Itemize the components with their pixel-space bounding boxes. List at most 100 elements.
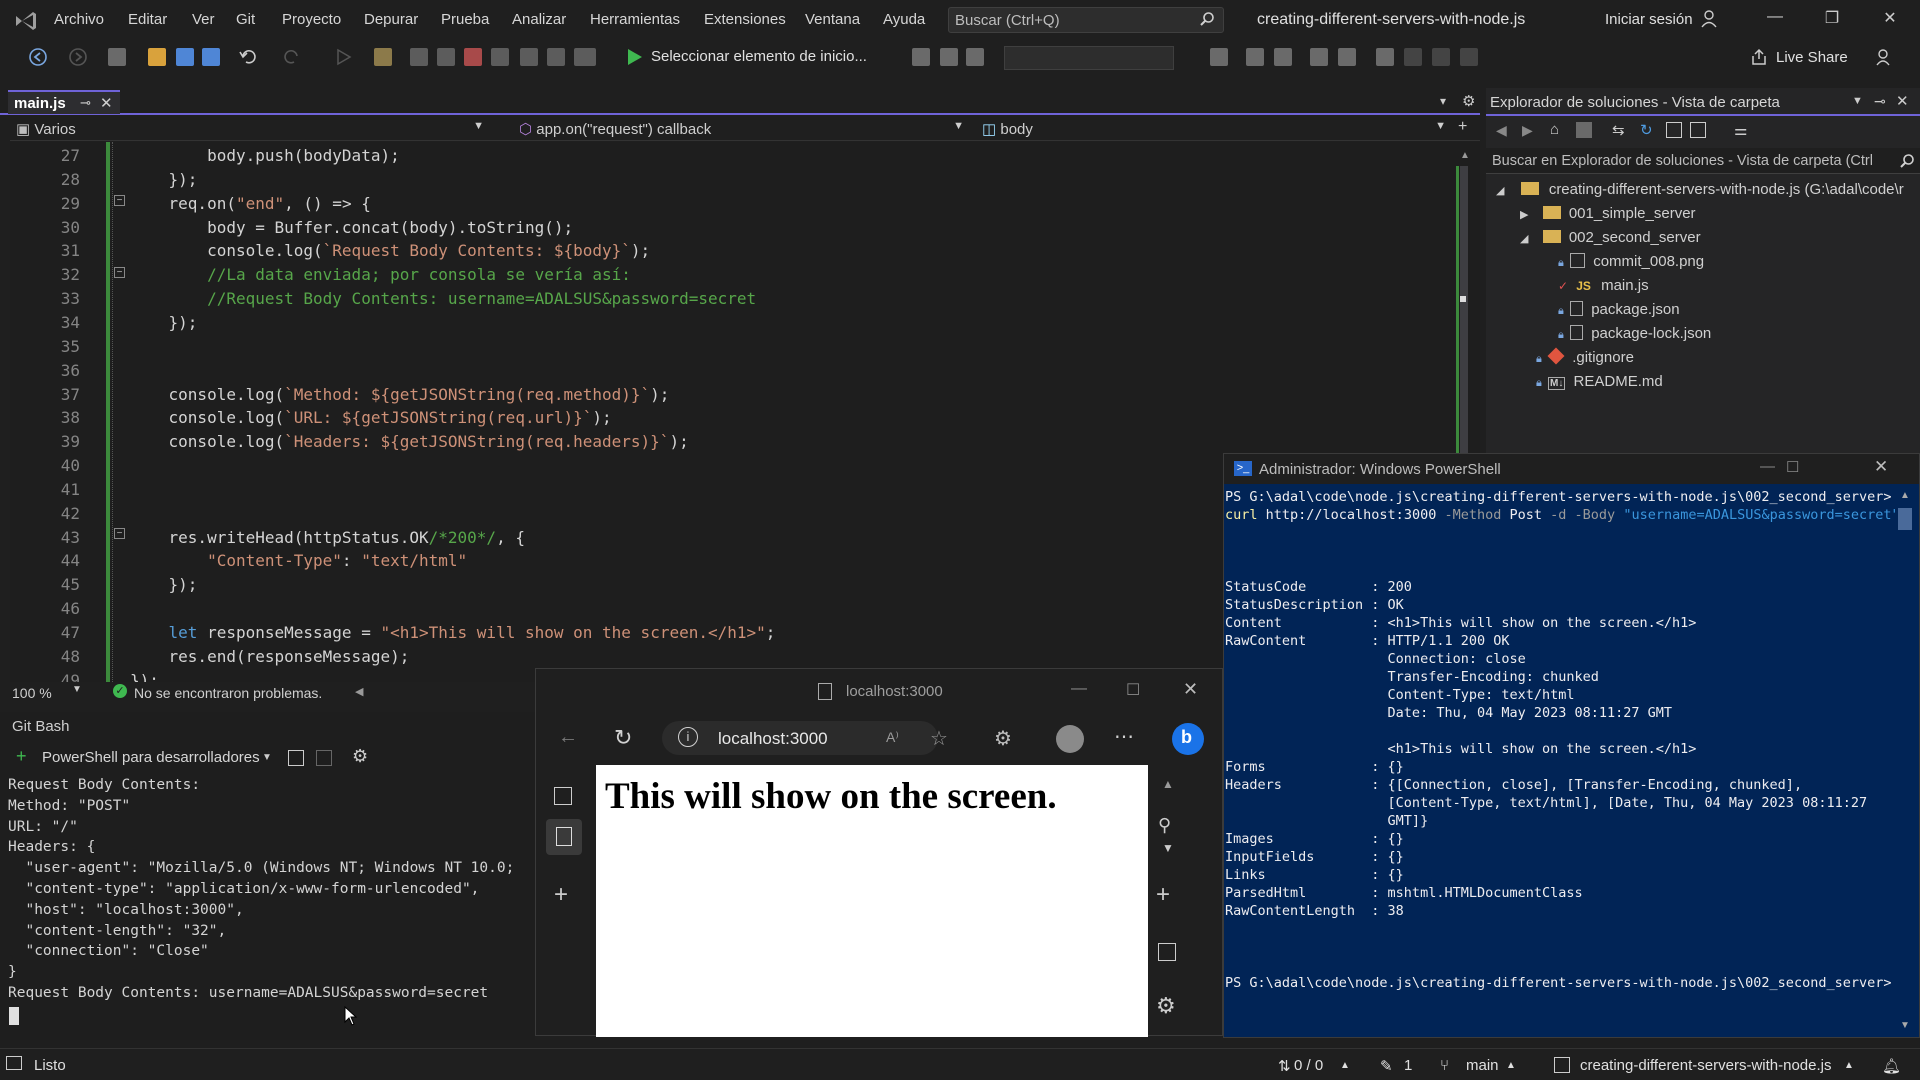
- browser-refresh-icon[interactable]: ↻: [614, 725, 632, 751]
- live-share-icon[interactable]: [1750, 48, 1768, 66]
- menu-ventana[interactable]: Ventana: [805, 11, 860, 28]
- tree-item-002-second-server[interactable]: ◢ 002_second_server: [1520, 226, 1701, 250]
- more-options-icon[interactable]: ⋯: [1114, 724, 1134, 749]
- startup-item-dropdown[interactable]: Seleccionar elemento de inicio...: [651, 48, 867, 65]
- tab-main-js[interactable]: main.js ⊸ ✕: [8, 90, 120, 114]
- branch-icon[interactable]: ⑂: [1440, 1057, 1449, 1074]
- tool-icon-5[interactable]: [547, 48, 565, 66]
- tab-list-dropdown-icon[interactable]: ▾: [1440, 94, 1446, 108]
- search-box[interactable]: Buscar (Ctrl+Q): [948, 7, 1224, 33]
- copy-icon[interactable]: [288, 750, 304, 766]
- tool-icon-8[interactable]: [940, 48, 958, 66]
- pending-edits-icon[interactable]: ✎: [1380, 1057, 1393, 1075]
- menu-herramientas[interactable]: Herramientas: [590, 11, 680, 28]
- branch-name[interactable]: main: [1466, 1057, 1499, 1074]
- ps-restore-button[interactable]: ☐: [1786, 458, 1799, 476]
- show-all-icon[interactable]: [1690, 122, 1706, 138]
- chevron-down-icon[interactable]: ▼: [72, 684, 82, 695]
- menu-git[interactable]: Git: [236, 11, 255, 28]
- indent-icon[interactable]: [1310, 48, 1328, 66]
- start-without-debug-icon[interactable]: [336, 48, 352, 66]
- sidebar-scroll-up-icon[interactable]: ▲: [1162, 777, 1174, 791]
- tree-item-package-lock-json[interactable]: 🔒︎ package-lock.json: [1558, 322, 1711, 346]
- scroll-left-icon[interactable]: ◀: [355, 685, 363, 698]
- tree-item-main-js[interactable]: ✓ JS main.js: [1558, 274, 1649, 298]
- vertical-tab-page-icon[interactable]: [546, 819, 582, 855]
- scroll-up-icon[interactable]: ▲: [1900, 490, 1910, 501]
- solution-search-box[interactable]: Buscar en Explorador de soluciones - Vis…: [1486, 148, 1920, 174]
- tool-icon-10[interactable]: [1246, 48, 1264, 66]
- sidebar-toggle-icon[interactable]: [1158, 943, 1176, 961]
- output-window-icon[interactable]: [6, 1056, 22, 1070]
- outdent-icon[interactable]: [1338, 48, 1356, 66]
- sync-icon[interactable]: ⇆: [1612, 121, 1625, 139]
- feedback-icon[interactable]: [1874, 47, 1894, 67]
- sidebar-settings-icon[interactable]: ⚙: [1156, 993, 1176, 1019]
- new-tab-icon[interactable]: +: [554, 881, 568, 909]
- nav-member-dropdown[interactable]: ⬡ app.on("request") callback ▼: [515, 118, 970, 140]
- refresh-icon[interactable]: ↻: [1640, 121, 1653, 139]
- menu-ayuda[interactable]: Ayuda: [883, 11, 925, 28]
- read-aloud-icon[interactable]: A⁾: [886, 729, 899, 746]
- close-panel-icon[interactable]: ✕: [1896, 92, 1909, 110]
- profile-avatar-icon[interactable]: [1056, 725, 1084, 753]
- tool-icon-1[interactable]: [410, 48, 428, 66]
- settings-gear-icon[interactable]: ⚙: [1462, 92, 1475, 110]
- notifications-bell-icon[interactable]: 🔔︎: [1882, 1057, 1901, 1075]
- bookmark-clear-icon[interactable]: [1460, 48, 1478, 66]
- spell-icon[interactable]: [1210, 48, 1228, 66]
- forward-icon[interactable]: ▶: [1522, 122, 1533, 139]
- tree-item-gitignore[interactable]: 🔒︎ .gitignore: [1536, 346, 1634, 370]
- tool-icon-3[interactable]: [491, 48, 509, 66]
- settings-gear-icon[interactable]: ⚙: [352, 746, 368, 767]
- browser-minimize-button[interactable]: —: [1071, 680, 1087, 698]
- tool-icon-2[interactable]: [437, 48, 455, 66]
- ps-scrollbar[interactable]: ▲ ▼: [1896, 488, 1916, 1036]
- close-button[interactable]: ✕: [1878, 8, 1902, 32]
- menu-extensiones[interactable]: Extensiones: [704, 11, 786, 28]
- menu-analizar[interactable]: Analizar: [512, 11, 566, 28]
- chevron-down-icon[interactable]: ▼: [1852, 95, 1863, 107]
- restore-button[interactable]: ❐: [1820, 8, 1844, 32]
- bookmark-next-icon[interactable]: [1432, 48, 1450, 66]
- scroll-up-icon[interactable]: ▲: [1460, 150, 1470, 161]
- tree-item-commit-png[interactable]: 🔒︎ commit_008.png: [1558, 250, 1704, 274]
- split-editor-icon[interactable]: +: [1458, 118, 1467, 136]
- signin-link[interactable]: Iniciar sesión: [1605, 11, 1693, 28]
- terminal-output[interactable]: Request Body Contents: Method: "POST" UR…: [8, 775, 514, 1004]
- minimize-button[interactable]: —: [1763, 8, 1787, 32]
- chevron-up-icon[interactable]: ▲: [1844, 1060, 1854, 1071]
- browser-close-button[interactable]: ✕: [1183, 679, 1198, 700]
- tool-icon-4[interactable]: [520, 48, 538, 66]
- scroll-thumb[interactable]: [1898, 508, 1912, 530]
- favorite-star-icon[interactable]: ☆: [930, 726, 948, 751]
- properties-icon[interactable]: ⚌: [1734, 121, 1747, 139]
- config-dropdown[interactable]: [1004, 46, 1174, 70]
- new-project-icon[interactable]: [108, 48, 126, 66]
- extensions-icon[interactable]: ⚙: [994, 726, 1012, 751]
- solution-icon[interactable]: [374, 48, 392, 66]
- bookmark-prev-icon[interactable]: [1404, 48, 1422, 66]
- sidebar-search-icon[interactable]: ⚲: [1158, 815, 1171, 836]
- chevron-down-icon[interactable]: ▼: [262, 752, 272, 763]
- tree-item-package-json[interactable]: 🔒︎ package.json: [1558, 298, 1680, 322]
- repository-name[interactable]: creating-different-servers-with-node.js: [1580, 1057, 1832, 1074]
- scroll-down-icon[interactable]: ▼: [1900, 1020, 1910, 1031]
- toolbox-icon[interactable]: [464, 48, 482, 66]
- add-terminal-icon[interactable]: +: [16, 746, 27, 767]
- menu-archivo[interactable]: Archivo: [54, 11, 104, 28]
- close-tab-icon[interactable]: ✕: [100, 94, 113, 112]
- save-all-icon[interactable]: [202, 48, 220, 66]
- powershell-output[interactable]: PS G:\adal\code\node.js\creating-differe…: [1225, 488, 1900, 992]
- open-folder-icon[interactable]: [148, 48, 166, 66]
- back-icon[interactable]: ◀: [1496, 122, 1507, 139]
- home-icon[interactable]: ⌂: [1550, 121, 1559, 138]
- chevron-up-icon[interactable]: ▲: [1506, 1060, 1516, 1071]
- menu-editar[interactable]: Editar: [128, 11, 167, 28]
- switch-view-icon[interactable]: [1576, 122, 1592, 138]
- fold-icon[interactable]: −: [114, 267, 125, 278]
- tool-icon-6[interactable]: [574, 48, 596, 66]
- nav-scope-dropdown[interactable]: ▣ Varios ▼: [12, 118, 490, 140]
- menu-prueba[interactable]: Prueba: [441, 11, 489, 28]
- fold-icon[interactable]: −: [114, 195, 125, 206]
